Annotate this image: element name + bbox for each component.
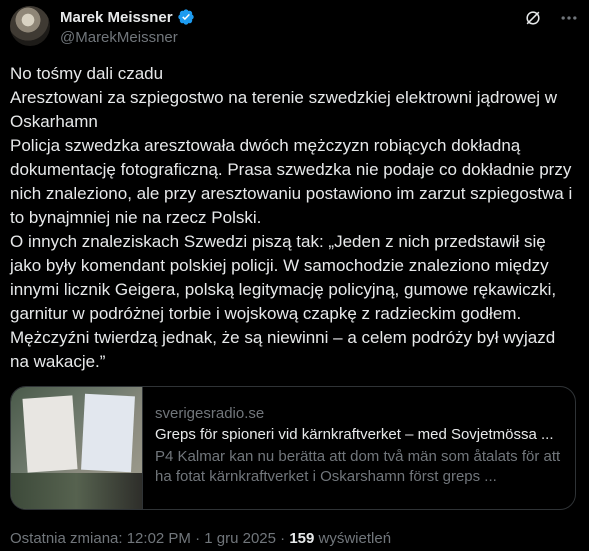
link-card-title: Greps för spioneri vid kärnkraftverket –… xyxy=(155,426,554,443)
views-count: 159 xyxy=(289,530,315,547)
link-card-domain: sverigesradio.se xyxy=(155,405,265,422)
edited-timestamp[interactable]: Ostatnia zmiana: 12:02 PM · 1 gru 2025 · xyxy=(10,530,289,547)
grok-icon[interactable] xyxy=(523,8,543,28)
tweet-line: Policja szwedzka aresztowała dwóch mężcz… xyxy=(10,136,573,227)
link-card[interactable]: sverigesradio.se Greps för spioneri vid … xyxy=(10,386,576,510)
more-icon[interactable] xyxy=(559,8,579,28)
link-card-description: P4 Kalmar kan nu berätta att dom två män… xyxy=(155,448,561,485)
tweet-line: O innych znaleziskach Szwedzi piszą tak:… xyxy=(10,232,557,371)
views-label: wyświetleń xyxy=(314,530,392,547)
document-image xyxy=(22,395,78,473)
tweet-meta: Ostatnia zmiana: 12:02 PM · 1 gru 2025 ·… xyxy=(10,530,391,547)
tweet-line: No tośmy dali czadu xyxy=(10,64,164,83)
author-block: Marek Meissner @MarekMeissner xyxy=(60,8,195,46)
author-name[interactable]: Marek Meissner xyxy=(60,9,173,26)
link-card-thumbnail xyxy=(11,387,143,509)
photo-strip xyxy=(11,473,142,509)
avatar[interactable] xyxy=(10,6,50,46)
document-image xyxy=(81,393,135,473)
author-handle[interactable]: @MarekMeissner xyxy=(60,29,195,46)
verified-badge-icon xyxy=(177,9,194,25)
tweet-header: Marek Meissner @MarekMeissner xyxy=(10,6,579,50)
tweet-line: Aresztowani za szpiegostwo na terenie sz… xyxy=(10,88,558,131)
tweet-text: No tośmy dali czadu Aresztowani za szpie… xyxy=(10,62,576,374)
